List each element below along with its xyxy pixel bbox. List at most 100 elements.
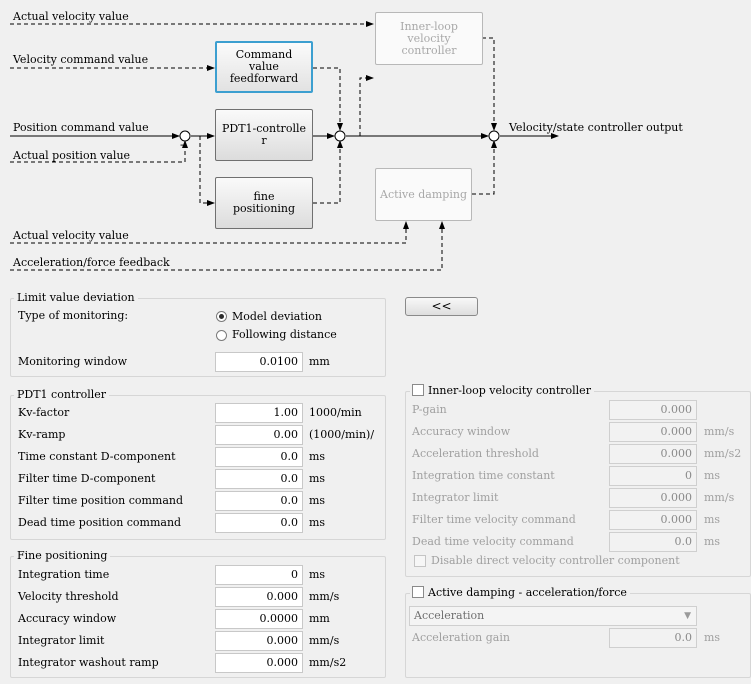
- pdt1-param-unit: ms: [309, 472, 326, 485]
- inner-param-field[interactable]: 0.000: [609, 422, 697, 442]
- inner-param-field[interactable]: 0: [609, 466, 697, 486]
- block-active-damping-label: Active damping: [380, 187, 467, 201]
- pdt1-param-field[interactable]: 0.0: [215, 491, 303, 511]
- block-active-damping[interactable]: Active damping: [375, 168, 472, 221]
- pdt1-param-field[interactable]: 0.0: [215, 469, 303, 489]
- acceleration-gain-field[interactable]: 0.0: [609, 628, 697, 648]
- acceleration-gain-unit: ms: [704, 631, 721, 644]
- inner-param-unit: mm/s: [704, 425, 735, 438]
- signal-output: Velocity/state controller output: [509, 121, 683, 134]
- pdt1-param-field[interactable]: 0.0: [215, 513, 303, 533]
- pdt1-title: PDT1 controller: [14, 388, 110, 402]
- block-command-feedforward[interactable]: Command value feedforward: [215, 41, 313, 93]
- block-pdt1-controller[interactable]: PDT1-controlle r: [215, 109, 313, 161]
- inner-param-label: Filter time velocity command: [412, 513, 576, 526]
- inner-param-label: Acceleration threshold: [412, 447, 539, 460]
- pdt1-param-field[interactable]: 1.00: [215, 403, 303, 423]
- signal-actual-velocity-bottom: Actual velocity value: [13, 229, 129, 242]
- fine-param-field[interactable]: 0.000: [215, 631, 303, 651]
- pdt1-param-unit: ms: [309, 516, 326, 529]
- block-pdt1-controller-label: PDT1-controlle r: [222, 122, 306, 147]
- fine-param-unit: mm/s: [309, 634, 340, 647]
- damping-type-select[interactable]: Acceleration ▼: [409, 606, 697, 626]
- limit-value-title: Limit value deviation: [14, 291, 138, 305]
- monitoring-window-field[interactable]: 0.0100: [215, 352, 303, 372]
- monitoring-window-label: Monitoring window: [18, 355, 128, 368]
- fine-param-unit: mm/s: [309, 590, 340, 603]
- inner-param-label: Integrator limit: [412, 491, 499, 504]
- block-inner-loop-velocity[interactable]: Inner-loop velocity controller: [375, 12, 483, 65]
- fine-param-label: Velocity threshold: [18, 590, 119, 603]
- inner-param-field[interactable]: 0.000: [609, 488, 697, 508]
- sum-junction-output: [488, 130, 500, 142]
- inner-param-field[interactable]: 0.0: [609, 532, 697, 552]
- monitoring-window-unit: mm: [309, 355, 330, 368]
- inner-param-label: Dead time velocity command: [412, 535, 574, 548]
- sum-junction-controller: [334, 130, 346, 142]
- signal-actual-velocity-top: Actual velocity value: [13, 10, 129, 23]
- fine-param-field[interactable]: 0: [215, 565, 303, 585]
- inner-param-label: Accuracy window: [412, 425, 511, 438]
- minus-sign: -: [180, 138, 184, 151]
- fine-param-field[interactable]: 0.0000: [215, 609, 303, 629]
- inner-param-unit: ms: [704, 469, 721, 482]
- active-damping-title: Active damping - acceleration/force: [428, 586, 627, 599]
- inner-loop-title: Inner-loop velocity controller: [428, 384, 591, 397]
- disable-direct-velocity-checkbox[interactable]: [414, 555, 426, 567]
- inner-param-unit: ms: [704, 535, 721, 548]
- block-command-feedforward-label: Command value feedforward: [229, 48, 299, 85]
- fine-param-unit: ms: [309, 568, 326, 581]
- fine-param-unit: mm/s2: [309, 656, 347, 669]
- active-damping-title-wrap: Active damping - acceleration/force: [410, 586, 630, 600]
- inner-param-field[interactable]: 0.000: [609, 444, 697, 464]
- acceleration-gain-label: Acceleration gain: [412, 631, 510, 644]
- block-fine-positioning-label: fine positioning: [232, 190, 296, 215]
- inner-param-unit: mm/s: [704, 491, 735, 504]
- monitoring-type-label: Type of monitoring:: [18, 309, 129, 322]
- pdt1-param-field[interactable]: 0.0: [215, 447, 303, 467]
- fine-param-field[interactable]: 0.000: [215, 653, 303, 673]
- block-inner-loop-velocity-label: Inner-loop velocity controller: [400, 19, 458, 57]
- pdt1-param-label: Time constant D-component: [18, 450, 176, 463]
- radio-following-distance[interactable]: [216, 330, 227, 341]
- inner-param-field[interactable]: 0.000: [609, 510, 697, 530]
- pdt1-param-unit: 1000/min: [309, 406, 362, 419]
- fine-param-label: Integrator limit: [18, 634, 105, 647]
- radio-following-distance-label[interactable]: Following distance: [232, 328, 337, 342]
- radio-model-deviation-label[interactable]: Model deviation: [232, 310, 322, 324]
- inner-param-label: P-gain: [412, 403, 447, 416]
- pdt1-param-field[interactable]: 0.00: [215, 425, 303, 445]
- chevron-down-icon: ▼: [684, 611, 691, 621]
- fine-positioning-title: Fine positioning: [14, 549, 111, 563]
- signal-velocity-command: Velocity command value: [13, 53, 149, 66]
- inner-loop-title-wrap: Inner-loop velocity controller: [410, 384, 594, 398]
- signal-accel-feedback: Acceleration/force feedback: [13, 256, 170, 269]
- pdt1-param-unit: ms: [309, 494, 326, 507]
- block-fine-positioning[interactable]: fine positioning: [215, 177, 313, 229]
- pdt1-param-label: Dead time position command: [18, 516, 182, 529]
- fine-param-label: Integration time: [18, 568, 110, 581]
- fine-param-field[interactable]: 0.000: [215, 587, 303, 607]
- collapse-button[interactable]: <<: [405, 297, 478, 316]
- disable-direct-velocity-label: Disable direct velocity controller compo…: [431, 554, 680, 567]
- pdt1-param-unit: (1000/min)/: [309, 428, 375, 441]
- pdt1-param-unit: ms: [309, 450, 326, 463]
- pdt1-param-label: Filter time position command: [18, 494, 184, 507]
- fine-param-unit: mm: [309, 612, 330, 625]
- inner-param-label: Integration time constant: [412, 469, 555, 482]
- inner-loop-enable-checkbox[interactable]: [412, 384, 424, 396]
- inner-param-unit: mm/s2: [704, 447, 742, 460]
- fine-param-label: Integrator washout ramp: [18, 656, 159, 669]
- radio-model-deviation[interactable]: [216, 311, 227, 322]
- pdt1-param-label: Kv-factor: [18, 406, 70, 419]
- pdt1-param-label: Filter time D-component: [18, 472, 156, 485]
- inner-param-unit: ms: [704, 513, 721, 526]
- damping-type-value: Acceleration: [414, 609, 485, 622]
- active-damping-enable-checkbox[interactable]: [412, 586, 424, 598]
- inner-loop-group: [405, 391, 751, 577]
- pdt1-param-label: Kv-ramp: [18, 428, 66, 441]
- fine-param-label: Accuracy window: [18, 612, 117, 625]
- signal-actual-position: Actual position value: [13, 149, 131, 162]
- inner-param-field[interactable]: 0.000: [609, 400, 697, 420]
- signal-position-command: Position command value: [13, 121, 149, 134]
